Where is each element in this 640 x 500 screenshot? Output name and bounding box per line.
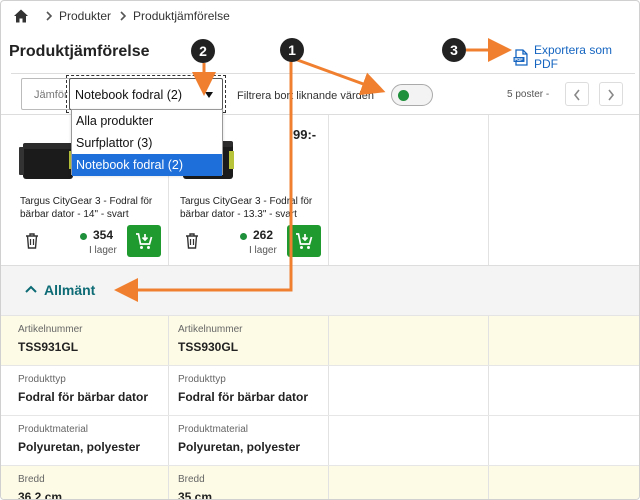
column-divider: [488, 115, 489, 265]
attribute-value: Polyuretan, polyester: [18, 440, 141, 454]
table-cell: Produkttyp Fodral för bärbar dator: [9, 366, 169, 416]
annotation-badge-2: 2: [191, 39, 215, 63]
attribute-label: Bredd: [18, 474, 45, 485]
table-cell: Bredd 36.2 cm: [9, 466, 169, 500]
chevron-right-icon: [608, 89, 615, 101]
dropdown-option-all[interactable]: Alla produkter: [72, 110, 222, 132]
page-title: Produktjämförelse: [9, 43, 150, 60]
attribute-value: 36.2 cm: [18, 490, 63, 500]
attribute-value: 35 cm: [178, 490, 213, 500]
table-cell: Produktmaterial Polyuretan, polyester: [169, 416, 329, 466]
attribute-label: Produktmaterial: [178, 424, 249, 435]
attribute-label: Produktmaterial: [18, 424, 89, 435]
dropdown-option-notebook-cases[interactable]: Notebook fodral (2): [72, 154, 222, 176]
attribute-value: Polyuretan, polyester: [178, 440, 301, 454]
svg-text:PDF: PDF: [514, 57, 523, 62]
chevron-left-icon: [573, 89, 580, 101]
category-select[interactable]: Notebook fodral (2): [66, 75, 226, 113]
attribute-value: Fodral för bärbar dator: [178, 390, 309, 404]
laptop-case-image[interactable]: [17, 131, 77, 186]
column-divider: [488, 316, 489, 365]
stock-label: I lager: [89, 245, 117, 256]
column-divider: [488, 416, 489, 465]
home-icon[interactable]: [13, 8, 29, 24]
column-divider: [488, 366, 489, 415]
breadcrumb: Produkter Produktjämförelse: [13, 7, 230, 25]
section-title: Allmänt: [44, 282, 96, 298]
attribute-label: Produkttyp: [18, 374, 66, 385]
add-to-cart-button[interactable]: [287, 225, 321, 257]
chevron-right-icon: [46, 11, 53, 21]
trash-icon[interactable]: [185, 233, 199, 249]
table-row: Bredd 36.2 cm Bredd 35 cm: [1, 466, 639, 500]
filter-similar-toggle[interactable]: [391, 84, 433, 106]
pager-next-button[interactable]: [599, 82, 623, 106]
product-price: 99:-: [293, 127, 317, 142]
pager-prev-button[interactable]: [565, 82, 589, 106]
table-cell: Produkttyp Fodral för bärbar dator: [169, 366, 329, 416]
post-count: 5 poster -: [507, 89, 550, 100]
attribute-label: Bredd: [178, 474, 205, 485]
toggle-knob: [398, 90, 409, 101]
dropdown-option-tablets[interactable]: Surfplattor (3): [72, 132, 222, 154]
stock-label: I lager: [249, 245, 277, 256]
attribute-value: TSS931GL: [18, 340, 79, 354]
compare-toolbar: Jämför Notebook fodral (2) Filtrera bort…: [11, 73, 635, 113]
table-row: Artikelnummer TSS931GL Artikelnummer TSS…: [1, 316, 639, 366]
table-row: Produkttyp Fodral för bärbar dator Produ…: [1, 366, 639, 416]
table-cell: Bredd 35 cm: [169, 466, 329, 500]
attribute-label: Artikelnummer: [178, 324, 243, 335]
filter-similar-label: Filtrera bort liknande värden: [237, 90, 374, 102]
section-header-allmant[interactable]: Allmänt: [1, 266, 639, 316]
table-cell: Produktmaterial Polyuretan, polyester: [9, 416, 169, 466]
table-row: Produktmaterial Polyuretan, polyester Pr…: [1, 416, 639, 466]
breadcrumb-item-current: Produktjämförelse: [133, 9, 230, 23]
add-to-cart-button[interactable]: [127, 225, 161, 257]
stock-quantity: 262: [253, 228, 274, 242]
add-to-cart-icon: [296, 233, 313, 249]
spec-table: Artikelnummer TSS931GL Artikelnummer TSS…: [1, 316, 639, 500]
app-frame: Produkter Produktjämförelse Produktjämfö…: [0, 0, 640, 500]
trash-icon[interactable]: [25, 233, 39, 249]
add-to-cart-icon: [136, 233, 153, 249]
table-cell: Artikelnummer TSS930GL: [169, 316, 329, 366]
in-stock-indicator: [80, 233, 87, 240]
in-stock-indicator: [240, 233, 247, 240]
chevron-up-icon: [25, 285, 37, 293]
breadcrumb-item-produkter[interactable]: Produkter: [59, 9, 111, 23]
export-pdf-label: Exportera som PDF: [533, 43, 612, 71]
table-cell: Artikelnummer TSS931GL: [9, 316, 169, 366]
product-name[interactable]: Targus CityGear 3 - Fodral för bärbar da…: [20, 195, 170, 221]
category-select-value: Notebook fodral (2): [75, 88, 183, 102]
caret-down-icon: [205, 92, 213, 98]
stock-quantity: 354: [93, 228, 114, 242]
attribute-value: TSS930GL: [178, 340, 239, 354]
export-pdf-link[interactable]: PDF Exportera som PDF: [513, 43, 639, 71]
annotation-badge-3: 3: [442, 38, 466, 62]
column-divider: [488, 466, 489, 499]
attribute-label: Artikelnummer: [18, 324, 83, 335]
attribute-label: Produkttyp: [178, 374, 226, 385]
chevron-right-icon: [120, 11, 127, 21]
pdf-file-icon: PDF: [513, 48, 528, 66]
product-name[interactable]: Targus CityGear 3 - Fodral för bärbar da…: [180, 195, 330, 221]
attribute-value: Fodral för bärbar dator: [18, 390, 149, 404]
category-dropdown-list: Alla produkter Surfplattor (3) Notebook …: [71, 109, 223, 176]
annotation-badge-1: 1: [280, 38, 304, 62]
